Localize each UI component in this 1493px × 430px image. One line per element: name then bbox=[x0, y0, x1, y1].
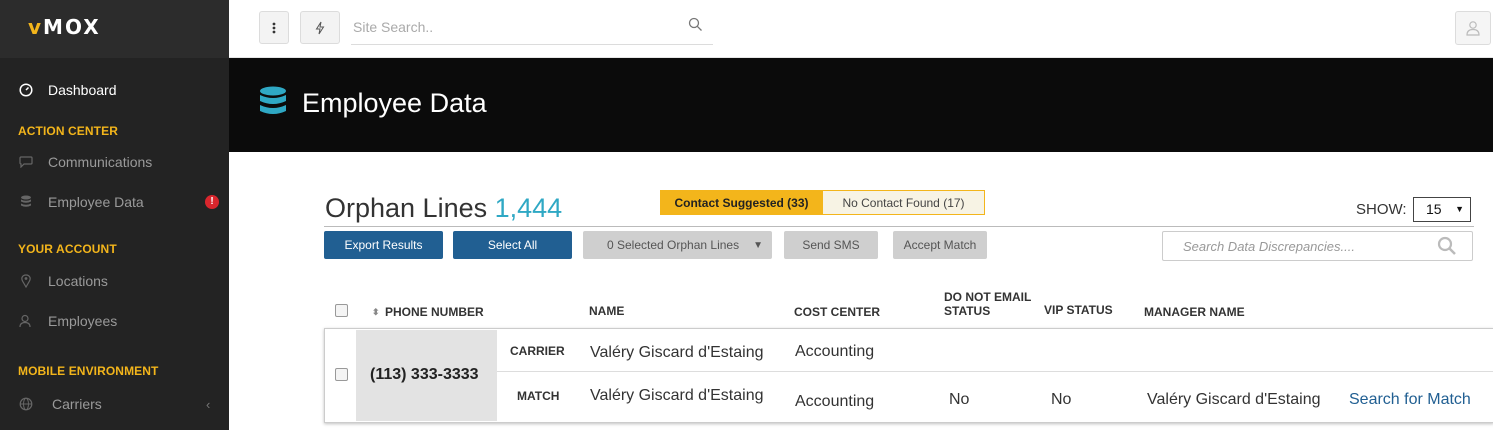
vmox-logo[interactable]: vMOX bbox=[28, 15, 101, 39]
sidebar-item-label: Dashboard bbox=[48, 82, 117, 98]
carrier-label: CARRIER bbox=[510, 344, 565, 358]
divider bbox=[324, 226, 1474, 227]
send-sms-button[interactable]: Send SMS bbox=[784, 231, 878, 259]
sidebar-item-employees[interactable]: Employees bbox=[0, 303, 229, 339]
search-icon[interactable] bbox=[1437, 236, 1457, 261]
sort-icon[interactable]: ⬍ bbox=[372, 305, 380, 319]
globe-icon bbox=[18, 396, 34, 412]
sidebar-item-label: Communications bbox=[48, 154, 153, 170]
page-header: Employee Data bbox=[229, 58, 1493, 152]
selected-lines-dropdown[interactable]: 0 Selected Orphan Lines ▼ bbox=[583, 231, 772, 259]
database-icon bbox=[18, 194, 34, 210]
sidebar-item-employee-data[interactable]: Employee Data ! bbox=[0, 184, 229, 220]
site-search-input[interactable] bbox=[351, 11, 671, 43]
phone-number: (113) 333-3333 bbox=[370, 366, 479, 383]
selected-lines-label: 0 Selected Orphan Lines bbox=[607, 238, 740, 252]
search-icon[interactable] bbox=[688, 17, 703, 37]
column-header-phone[interactable]: PHONE NUMBER bbox=[385, 305, 484, 319]
column-header-vip-status: VIP STATUS bbox=[1044, 303, 1113, 317]
caret-down-icon: ▼ bbox=[1455, 204, 1464, 214]
orphan-lines-title: Orphan Lines 1,444 bbox=[325, 193, 562, 224]
match-label: MATCH bbox=[517, 389, 560, 403]
alert-badge: ! bbox=[205, 195, 219, 209]
vertical-dots-icon[interactable] bbox=[259, 11, 289, 44]
user-icon[interactable] bbox=[1455, 11, 1491, 45]
export-results-button[interactable]: Export Results bbox=[324, 231, 443, 259]
discrepancy-search bbox=[1162, 231, 1473, 261]
sidebar-item-carriers[interactable]: Carriers ‹ bbox=[0, 386, 229, 422]
select-all-checkbox[interactable] bbox=[335, 304, 348, 317]
sidebar-item-label: Locations bbox=[48, 273, 108, 289]
carrier-cost-center: Accounting bbox=[795, 343, 875, 360]
logo-accent: v bbox=[28, 15, 44, 39]
discrepancy-search-input[interactable] bbox=[1163, 232, 1423, 260]
sidebar-item-label: Employee Data bbox=[48, 194, 144, 210]
row-checkbox[interactable] bbox=[335, 368, 348, 381]
app-root: vMOX Dashboard ACTION CENTER Communicati… bbox=[0, 0, 1493, 430]
section-your-account: YOUR ACCOUNT bbox=[18, 242, 117, 256]
match-vip-status: No bbox=[1051, 391, 1072, 408]
match-manager: Valéry Giscard d'Estaing bbox=[1147, 391, 1321, 408]
column-header-manager: MANAGER NAME bbox=[1144, 305, 1245, 319]
orphan-tabs: Contact Suggested (33) No Contact Found … bbox=[660, 190, 985, 215]
header-line: STATUS bbox=[944, 304, 991, 318]
accept-match-button[interactable]: Accept Match bbox=[893, 231, 987, 259]
map-pin-icon bbox=[18, 273, 34, 289]
gauge-icon bbox=[18, 82, 34, 98]
match-cost-center: Accounting bbox=[795, 393, 875, 410]
column-header-cost-center: COST CENTER bbox=[794, 305, 881, 319]
tab-contact-suggested[interactable]: Contact Suggested (33) bbox=[660, 190, 823, 215]
search-for-match-link[interactable]: Search for Match bbox=[1349, 391, 1471, 409]
top-bar bbox=[229, 0, 1493, 58]
chevron-left-icon: ‹ bbox=[206, 396, 211, 412]
database-icon bbox=[259, 86, 287, 123]
match-do-not-email: No bbox=[949, 391, 970, 408]
site-search bbox=[351, 11, 713, 45]
match-name: Valéry Giscard d'Estaing bbox=[590, 387, 764, 404]
logo-bar: vMOX bbox=[0, 0, 229, 58]
person-icon bbox=[18, 313, 34, 329]
section-action-center: ACTION CENTER bbox=[18, 124, 118, 138]
caret-down-icon: ▼ bbox=[753, 239, 763, 251]
lightning-icon[interactable] bbox=[300, 11, 340, 44]
show-label: SHOW: bbox=[1356, 201, 1407, 218]
tab-no-contact-found[interactable]: No Contact Found (17) bbox=[823, 190, 985, 215]
row-divider bbox=[497, 371, 1493, 372]
sidebar-item-communications[interactable]: Communications bbox=[0, 144, 229, 180]
column-header-do-not-email: DO NOT EMAIL STATUS bbox=[944, 290, 1031, 318]
sidebar-item-label: Carriers bbox=[52, 396, 102, 412]
orphan-lines-label: Orphan Lines bbox=[325, 193, 488, 223]
chat-icon bbox=[18, 154, 34, 170]
sidebar-item-locations[interactable]: Locations bbox=[0, 263, 229, 299]
logo-text: MOX bbox=[43, 15, 101, 39]
sidebar-item-dashboard[interactable]: Dashboard bbox=[0, 72, 229, 108]
header-line: DO NOT EMAIL bbox=[944, 290, 1032, 304]
sidebar-item-label: Employees bbox=[48, 313, 118, 329]
page-size-select[interactable]: 15 ▼ bbox=[1413, 197, 1471, 222]
section-mobile-environment: MOBILE ENVIRONMENT bbox=[18, 364, 159, 378]
orphan-lines-count: 1,444 bbox=[494, 193, 563, 223]
column-header-name: NAME bbox=[589, 304, 625, 318]
sidebar: vMOX Dashboard ACTION CENTER Communicati… bbox=[0, 0, 229, 430]
carrier-name: Valéry Giscard d'Estaing bbox=[590, 344, 764, 361]
select-all-button[interactable]: Select All bbox=[453, 231, 572, 259]
page-size-value: 15 bbox=[1426, 201, 1442, 217]
page-title: Employee Data bbox=[302, 88, 487, 118]
